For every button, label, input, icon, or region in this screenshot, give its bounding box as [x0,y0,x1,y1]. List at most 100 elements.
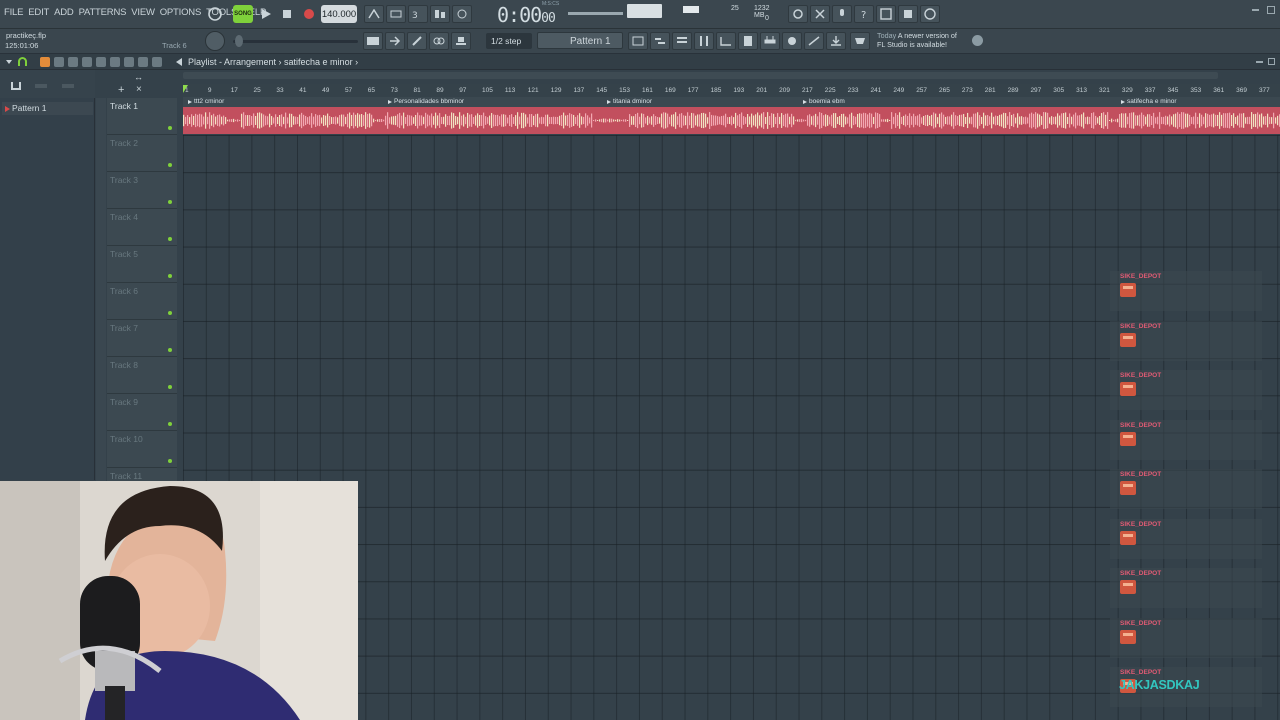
track-header[interactable]: Track 10 [107,431,177,468]
select-tool-icon[interactable] [124,57,134,67]
link-icon[interactable] [429,32,449,50]
snap-step-select[interactable]: 1/2 step [486,33,532,49]
microphone-icon[interactable] [832,5,852,23]
chat-icon[interactable] [920,5,940,23]
waveform-sample [1257,112,1259,129]
plugin-icon[interactable] [898,5,918,23]
picker-audio-icon[interactable] [62,84,74,88]
stop-button[interactable] [280,5,294,23]
touch-keyboard-icon[interactable] [782,32,802,50]
tools-icon[interactable] [810,5,830,23]
plugin-picker-icon[interactable] [760,32,780,50]
track-header[interactable]: Track 6 [107,283,177,320]
picker-scrollbar[interactable] [96,98,106,482]
update-arrow-icon[interactable] [972,35,983,46]
waveform-sample [857,113,859,128]
track-header[interactable]: Track 2 [107,135,177,172]
pattern-list-item[interactable]: Pattern 1 [2,102,93,115]
track-header[interactable]: Track 7 [107,320,177,357]
mute-tool-icon[interactable] [82,57,92,67]
playlist-arrow-icon[interactable] [176,58,182,66]
play-button[interactable] [258,5,274,23]
playlist-title[interactable]: Playlist - Arrangement › satifecha e min… [188,57,358,67]
refresh-icon[interactable] [788,5,808,23]
draw-tool-icon[interactable] [40,57,50,67]
menu-file[interactable]: FILE [4,7,23,18]
waveform-sample [1203,116,1205,125]
menu-view[interactable]: VIEW [131,7,155,18]
update-notice[interactable]: Today A newer version of FL Studio is av… [877,31,957,49]
paint-tool-icon[interactable] [54,57,64,67]
add-track-icon[interactable]: + [118,84,124,96]
playlist-icon[interactable] [628,32,648,50]
timeline-marker[interactable]: titania dminor [605,98,652,107]
playback-tool-icon[interactable] [152,57,162,67]
metronome-icon[interactable] [364,5,384,23]
help-icon[interactable]: ? [854,5,874,23]
master-pitch-slider[interactable] [233,35,358,47]
timeline-marker[interactable]: boemia ebm [801,98,845,107]
timeline-marker[interactable]: satifecha e minor [1119,98,1177,107]
mixer-icon[interactable] [694,32,714,50]
loop-recording-icon[interactable] [452,5,472,23]
step-seq-icon[interactable] [804,32,824,50]
menu-options[interactable]: OPTIONS [160,7,202,18]
close-track-icon[interactable]: × [136,84,142,95]
blend-notes-icon[interactable] [430,5,450,23]
track-header[interactable]: Track 8 [107,357,177,394]
track-header[interactable]: Track 9 [107,394,177,431]
track-header[interactable]: Track 3 [107,172,177,209]
piano-icon[interactable] [363,32,383,50]
browser-icon[interactable] [716,32,736,50]
master-volume-slider[interactable] [568,12,623,15]
slip-tool-icon[interactable] [96,57,106,67]
waveform-sample [349,112,351,129]
timeline-marker[interactable]: Personalidades bbminor [386,98,464,107]
waveform-sample [799,119,801,122]
resize-tracks-icon[interactable]: ↔ [134,72,143,82]
download-icon[interactable] [826,32,846,50]
save-icon[interactable] [876,5,896,23]
menu-add[interactable]: ADD [54,7,74,18]
waveform-sample [447,115,449,126]
playlist-minimize-icon[interactable] [1256,61,1263,63]
timeline-marker[interactable]: ttt2 cminor [186,98,224,107]
channel-rack-icon[interactable] [672,32,692,50]
magnet-snap-icon[interactable] [18,57,27,66]
waveform-sample [871,113,873,128]
pattern-song-toggle[interactable]: SONG [233,5,253,23]
zoom-tool-icon[interactable] [138,57,148,67]
pattern-selector[interactable]: Pattern 1 [537,32,623,49]
ruler-tick: 209 [779,87,790,94]
track-header[interactable]: Track 1 [107,98,177,135]
arrow-right-icon[interactable] [385,32,405,50]
pencil-icon[interactable] [407,32,427,50]
project-icon[interactable] [738,32,758,50]
timeline-ruler[interactable]: 1 9 17 25 33 41 49 57 65 73 81 89 97 105 113 121 129 137 1… [183,84,1280,97]
minimize-icon[interactable] [1252,9,1259,11]
picker-clip-icon[interactable] [35,84,47,88]
wait-input-icon[interactable] [386,5,406,23]
shop-icon[interactable] [850,32,870,50]
main-pitch-knob[interactable] [205,31,225,51]
playlist-horizontal-scrollbar[interactable] [183,72,1218,79]
piano-roll-icon[interactable] [650,32,670,50]
ruler-tick: 361 [1213,87,1225,94]
track-header[interactable]: Track 5 [107,246,177,283]
track-header[interactable]: Track 4 [107,209,177,246]
waveform-sample [275,114,277,127]
countdown-icon[interactable]: 3 [408,5,428,23]
stamp-icon[interactable] [451,32,471,50]
playlist-maximize-icon[interactable] [1268,58,1275,65]
picker-piano-icon[interactable] [11,82,21,90]
playhead-marker[interactable] [183,85,188,93]
loop-record-icon[interactable] [205,5,225,23]
maximize-icon[interactable] [1267,6,1275,14]
slice-tool-icon[interactable] [110,57,120,67]
delete-tool-icon[interactable] [68,57,78,67]
record-button[interactable] [301,5,317,23]
playlist-options-icon[interactable] [6,60,12,64]
tempo-display[interactable]: 140.000 [321,5,357,23]
menu-patterns[interactable]: PATTERNS [79,7,127,18]
menu-edit[interactable]: EDIT [28,7,49,18]
